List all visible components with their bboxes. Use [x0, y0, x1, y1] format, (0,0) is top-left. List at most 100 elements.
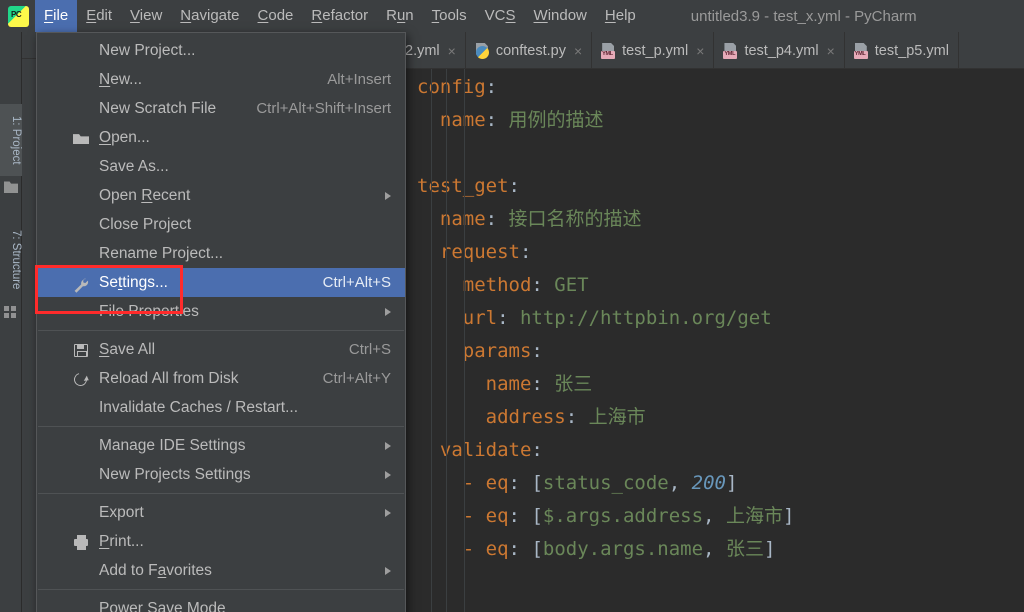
menu-item-new-project[interactable]: New Project...: [37, 36, 405, 65]
menu-item-print[interactable]: Print...: [37, 527, 405, 556]
code-token: 200: [691, 472, 726, 494]
menu-item-label: Export: [99, 504, 144, 521]
menu-item-reload-all-from-disk[interactable]: Reload All from Disk Ctrl+Alt+Y: [37, 364, 405, 393]
print-icon: [73, 534, 90, 550]
menu-item-new-scratch-file[interactable]: New Scratch File Ctrl+Alt+Shift+Insert: [37, 94, 405, 123]
menu-bar-item-navigate[interactable]: Navigate: [171, 0, 248, 32]
menu-bar-item-window[interactable]: Window: [525, 0, 596, 32]
code-token: status_code: [542, 472, 669, 494]
menu-item-shortcut: Ctrl+Alt+S: [322, 274, 391, 291]
code-token: address: [485, 406, 566, 428]
code-token: ,: [703, 505, 726, 527]
code-token: ]: [782, 505, 795, 527]
menu-item-label: Manage IDE Settings: [99, 437, 246, 454]
code-editor[interactable]: config: name: 用例的描述 test_get: name: 接口名称…: [405, 69, 1024, 612]
pycharm-window: FileEditViewNavigateCodeRefactorRunTools…: [0, 0, 1024, 612]
code-token: ,: [668, 472, 692, 494]
menu-bar-item-help[interactable]: Help: [596, 0, 645, 32]
menu-item-save-as[interactable]: Save As...: [37, 152, 405, 181]
chevron-right-icon: [385, 471, 391, 479]
menu-item-label: Reload All from Disk: [99, 370, 239, 387]
menu-item-manage-ide-settings[interactable]: Manage IDE Settings: [37, 431, 405, 460]
menu-item-label: New...: [99, 71, 143, 88]
menu-item-label: Save All: [99, 341, 156, 358]
menu-item-open-recent[interactable]: Open Recent: [37, 181, 405, 210]
code-line: - eq: [body.args.name, 张三]: [405, 533, 1024, 566]
editor-tab-label: test_p5.yml: [874, 42, 949, 59]
code-token: :: [508, 472, 532, 494]
code-token: $.args.address: [542, 505, 704, 527]
menu-item-label: Open...: [99, 129, 150, 146]
sidebar-item-project-label: 1: Project: [10, 115, 22, 165]
code-token: :: [508, 175, 520, 197]
sidebar-item-project[interactable]: 1: Project: [0, 104, 22, 176]
code-line: config:: [405, 71, 1024, 104]
editor-tab-test-p-yml[interactable]: test_p.yml ×: [592, 32, 715, 68]
code-token: body.args.name: [542, 538, 704, 560]
save-icon: [73, 342, 90, 358]
menu-bar-item-edit[interactable]: Edit: [77, 0, 121, 32]
code-token: validate: [439, 439, 532, 461]
editor-tab-test-p4-yml[interactable]: test_p4.yml ×: [714, 32, 845, 68]
menu-item-label: New Scratch File: [99, 100, 217, 117]
menu-item-rename-project[interactable]: Rename Project...: [37, 239, 405, 268]
menu-bar-item-vcs[interactable]: VCS: [476, 0, 525, 32]
menu-bar-items: File Edit View Navigate Code Refactor Run Tools…: [35, 0, 645, 32]
editor-tab-label: conftest.py: [495, 42, 566, 59]
editor-tab-label: 2.yml: [405, 42, 440, 59]
menu-bar-item-file[interactable]: File: [35, 0, 78, 32]
code-token: eq: [485, 538, 509, 560]
menu-item-label: New Projects Settings: [99, 466, 251, 483]
menu-bar-item-view[interactable]: View: [121, 0, 171, 32]
menu-item-settings[interactable]: Settings... Ctrl+Alt+S: [37, 268, 405, 297]
code-line: - eq: [$.args.address, 上海市]: [405, 500, 1024, 533]
close-icon[interactable]: ×: [448, 44, 456, 58]
folder-icon: [4, 181, 18, 193]
menu-item-save-all[interactable]: Save All Ctrl+S: [37, 335, 405, 364]
file-menu-dropdown[interactable]: New Project... New... Alt+Insert New Scratc…: [36, 32, 406, 612]
menu-separator: [38, 493, 404, 494]
code-token: http://httpbin.org/get: [519, 307, 772, 329]
editor-tab-bar: 2.yml×conftest.py×test_p.yml×test_p4.yml…: [405, 32, 1024, 69]
menu-item-label: Open Recent: [99, 187, 191, 204]
sidebar-item-structure[interactable]: 7: Structure: [0, 218, 22, 302]
code-token: ]: [763, 538, 776, 560]
menu-item-add-to-favorites[interactable]: Add to Favorites: [37, 556, 405, 585]
menu-item-power-save-mode[interactable]: Power Save Mode: [37, 594, 405, 612]
menu-item-file-properties[interactable]: File Properties: [37, 297, 405, 326]
code-token: request: [439, 241, 520, 263]
close-icon[interactable]: ×: [696, 44, 704, 58]
code-token: :: [531, 373, 555, 395]
menu-item-export[interactable]: Export: [37, 498, 405, 527]
code-line: address: 上海市: [405, 401, 1024, 434]
menu-item-open[interactable]: Open...: [37, 123, 405, 152]
code-line: params:: [405, 335, 1024, 368]
code-token: -: [462, 505, 486, 527]
menu-bar-item-tools[interactable]: Tools: [423, 0, 476, 32]
code-line: method: GET: [405, 269, 1024, 302]
code-token: url: [462, 307, 498, 329]
editor-tab-2-yml[interactable]: 2.yml ×: [405, 32, 466, 68]
menu-item-new-projects-settings[interactable]: New Projects Settings: [37, 460, 405, 489]
menu-bar-item-run[interactable]: Run: [377, 0, 423, 32]
menu-item-close-project[interactable]: Close Project: [37, 210, 405, 239]
code-token: params: [462, 340, 532, 362]
editor-tab-conftest-py[interactable]: conftest.py ×: [466, 32, 593, 68]
menu-item-new[interactable]: New... Alt+Insert: [37, 65, 405, 94]
menu-item-invalidate-caches---restart[interactable]: Invalidate Caches / Restart...: [37, 393, 405, 422]
close-icon[interactable]: ×: [574, 44, 582, 58]
reload-icon: [71, 370, 90, 389]
editor-tab-label: test_p4.yml: [744, 42, 819, 59]
editor-tab-test-p5-yml[interactable]: test_p5.yml: [845, 32, 959, 68]
menu-bar-item-code[interactable]: Code: [249, 0, 303, 32]
menu-bar-item-refactor[interactable]: Refactor: [302, 0, 377, 32]
menu-item-label: File Properties: [99, 303, 199, 320]
close-icon[interactable]: ×: [827, 44, 835, 58]
code-token: -: [462, 538, 486, 560]
menu-item-label: Close Project: [99, 216, 192, 233]
code-token: -: [462, 472, 486, 494]
